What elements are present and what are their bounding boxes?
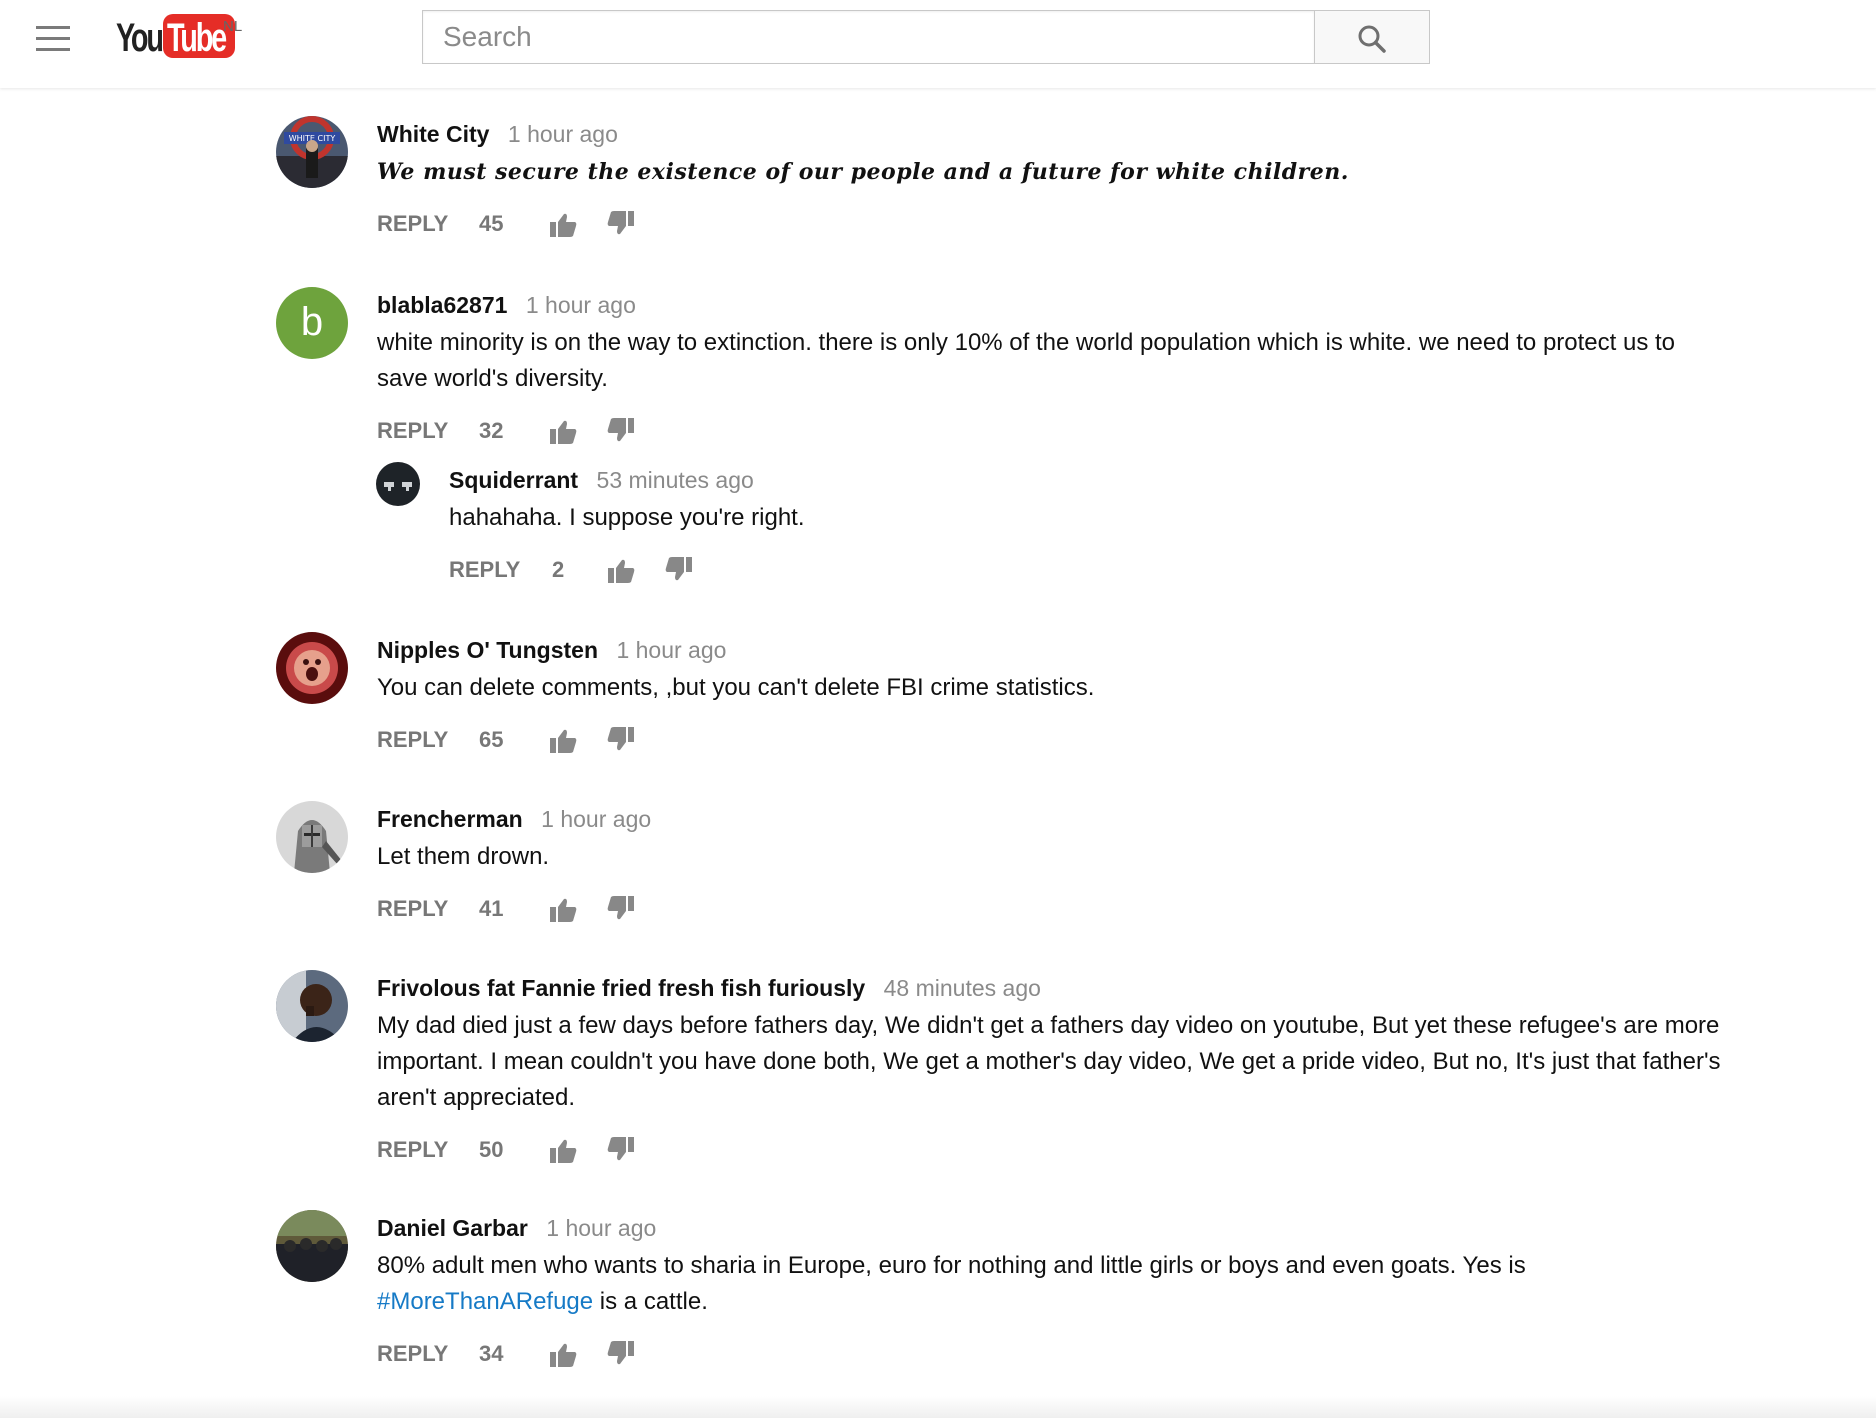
thumbs-up-icon[interactable] <box>549 728 577 754</box>
like-count: 65 <box>479 727 504 752</box>
frencherman-avatar-image <box>276 801 348 873</box>
comment-time[interactable]: 1 hour ago <box>526 292 636 318</box>
like-count: 41 <box>479 896 504 921</box>
comment-actions: REPLY 65 <box>377 720 1726 760</box>
thumbs-down-icon[interactable] <box>607 417 635 443</box>
comment-body: White City 1 hour ago We must secure the… <box>377 116 1726 244</box>
comment-author[interactable]: Squiderrant <box>449 467 578 493</box>
avatar[interactable] <box>276 632 348 704</box>
comment-author[interactable]: Daniel Garbar <box>377 1215 528 1241</box>
thumbs-up-icon[interactable] <box>549 212 577 238</box>
like-count: 32 <box>479 418 504 443</box>
thumbs-down-icon[interactable] <box>607 1136 635 1162</box>
comment-actions: REPLY 45 <box>377 204 1726 244</box>
hashtag-link[interactable]: #MoreThanARefuge <box>377 1288 593 1315</box>
comment-body: Squiderrant 53 minutes ago hahahaha. I s… <box>449 462 1826 590</box>
comment-time[interactable]: 1 hour ago <box>508 121 618 147</box>
comment-text: You can delete comments, ,but you can't … <box>377 674 1095 701</box>
like-count: 2 <box>552 557 565 582</box>
thumbs-down-icon[interactable] <box>607 895 635 921</box>
comment-body: Frencherman 1 hour ago Let them drown. R… <box>377 801 1726 929</box>
comment-time[interactable]: 1 hour ago <box>541 806 651 832</box>
search-icon <box>1358 25 1386 53</box>
comment-author[interactable]: blabla62871 <box>377 292 507 318</box>
comment-text-part: 80% adult men who wants to sharia in Eur… <box>377 1252 1526 1279</box>
comment-actions: REPLY 32 <box>377 411 1726 451</box>
like-count: 34 <box>479 1341 504 1366</box>
white-city-avatar-image: WHITE CITY <box>276 116 348 188</box>
avatar[interactable] <box>276 1210 348 1282</box>
comment-text: hahahaha. I suppose you're right. <box>449 504 805 531</box>
comment-time[interactable]: 1 hour ago <box>616 637 726 663</box>
comment-text: My dad died just a few days before fathe… <box>377 1012 1721 1111</box>
frivolous-avatar-image <box>276 970 348 1042</box>
comment-actions: REPLY 50 <box>377 1130 1726 1170</box>
search-button[interactable] <box>1314 10 1430 64</box>
comment-body: Daniel Garbar 1 hour ago 80% adult men w… <box>377 1210 1726 1374</box>
avatar[interactable]: b <box>276 287 348 359</box>
comment-author[interactable]: White City <box>377 121 489 147</box>
comment-text: Let them drown. <box>377 843 550 870</box>
reply-button[interactable]: REPLY <box>377 418 448 443</box>
comment-actions: REPLY 2 <box>449 550 1826 590</box>
reply-button[interactable]: REPLY <box>377 1137 448 1162</box>
comment-body: Nipples O' Tungsten 1 hour ago You can d… <box>377 632 1726 760</box>
avatar[interactable]: WHITE CITY <box>276 116 348 188</box>
logo-tube-text: Tube <box>167 16 227 60</box>
thumbs-up-icon[interactable] <box>549 897 577 923</box>
nipples-avatar-image <box>276 632 348 704</box>
thumbs-up-icon[interactable] <box>549 1342 577 1368</box>
avatar[interactable] <box>276 970 348 1042</box>
daniel-garbar-avatar-image <box>276 1210 348 1282</box>
comment-author[interactable]: Frivolous fat Fannie fried fresh fish fu… <box>377 975 865 1001</box>
masthead: You Tube NL <box>0 0 1876 88</box>
comment-text: white minority is on the way to extincti… <box>377 329 1676 392</box>
comment-text: We must secure the existence of our peop… <box>377 159 1349 185</box>
reply-button[interactable]: REPLY <box>377 1341 448 1366</box>
comment-text: 80% adult men who wants to sharia in Eur… <box>377 1248 1726 1320</box>
logo-you-text: You <box>116 16 164 60</box>
logo-country-code: NL <box>223 18 243 35</box>
comment-author[interactable]: Nipples O' Tungsten <box>377 637 598 663</box>
thumbs-down-icon[interactable] <box>607 726 635 752</box>
menu-icon[interactable] <box>36 26 70 52</box>
squiderrant-avatar-image <box>376 462 420 506</box>
comment-actions: REPLY 41 <box>377 889 1726 929</box>
comment-author[interactable]: Frencherman <box>377 806 523 832</box>
comment-body: blabla62871 1 hour ago white minority is… <box>377 287 1726 451</box>
reply-button[interactable]: REPLY <box>377 727 448 752</box>
thumbs-up-icon[interactable] <box>549 1138 577 1164</box>
comment-time[interactable]: 48 minutes ago <box>884 975 1041 1001</box>
reply-button[interactable]: REPLY <box>449 557 520 582</box>
thumbs-down-icon[interactable] <box>607 1340 635 1366</box>
thumbs-down-icon[interactable] <box>665 556 693 582</box>
reply-button[interactable]: REPLY <box>377 211 448 236</box>
search-input[interactable] <box>422 10 1314 64</box>
thumbs-up-icon[interactable] <box>549 419 577 445</box>
avatar[interactable] <box>376 462 420 506</box>
comment-time[interactable]: 53 minutes ago <box>597 467 754 493</box>
comment-text-part: is a cattle. <box>593 1288 708 1315</box>
thumbs-up-icon[interactable] <box>607 558 635 584</box>
thumbs-down-icon[interactable] <box>607 210 635 236</box>
like-count: 50 <box>479 1137 504 1162</box>
avatar[interactable] <box>276 801 348 873</box>
bottom-fade <box>0 1396 1876 1418</box>
comment-body: Frivolous fat Fannie fried fresh fish fu… <box>377 970 1726 1170</box>
comment-actions: REPLY 34 <box>377 1334 1726 1374</box>
comment-time[interactable]: 1 hour ago <box>546 1215 656 1241</box>
like-count: 45 <box>479 211 504 236</box>
reply-button[interactable]: REPLY <box>377 896 448 921</box>
